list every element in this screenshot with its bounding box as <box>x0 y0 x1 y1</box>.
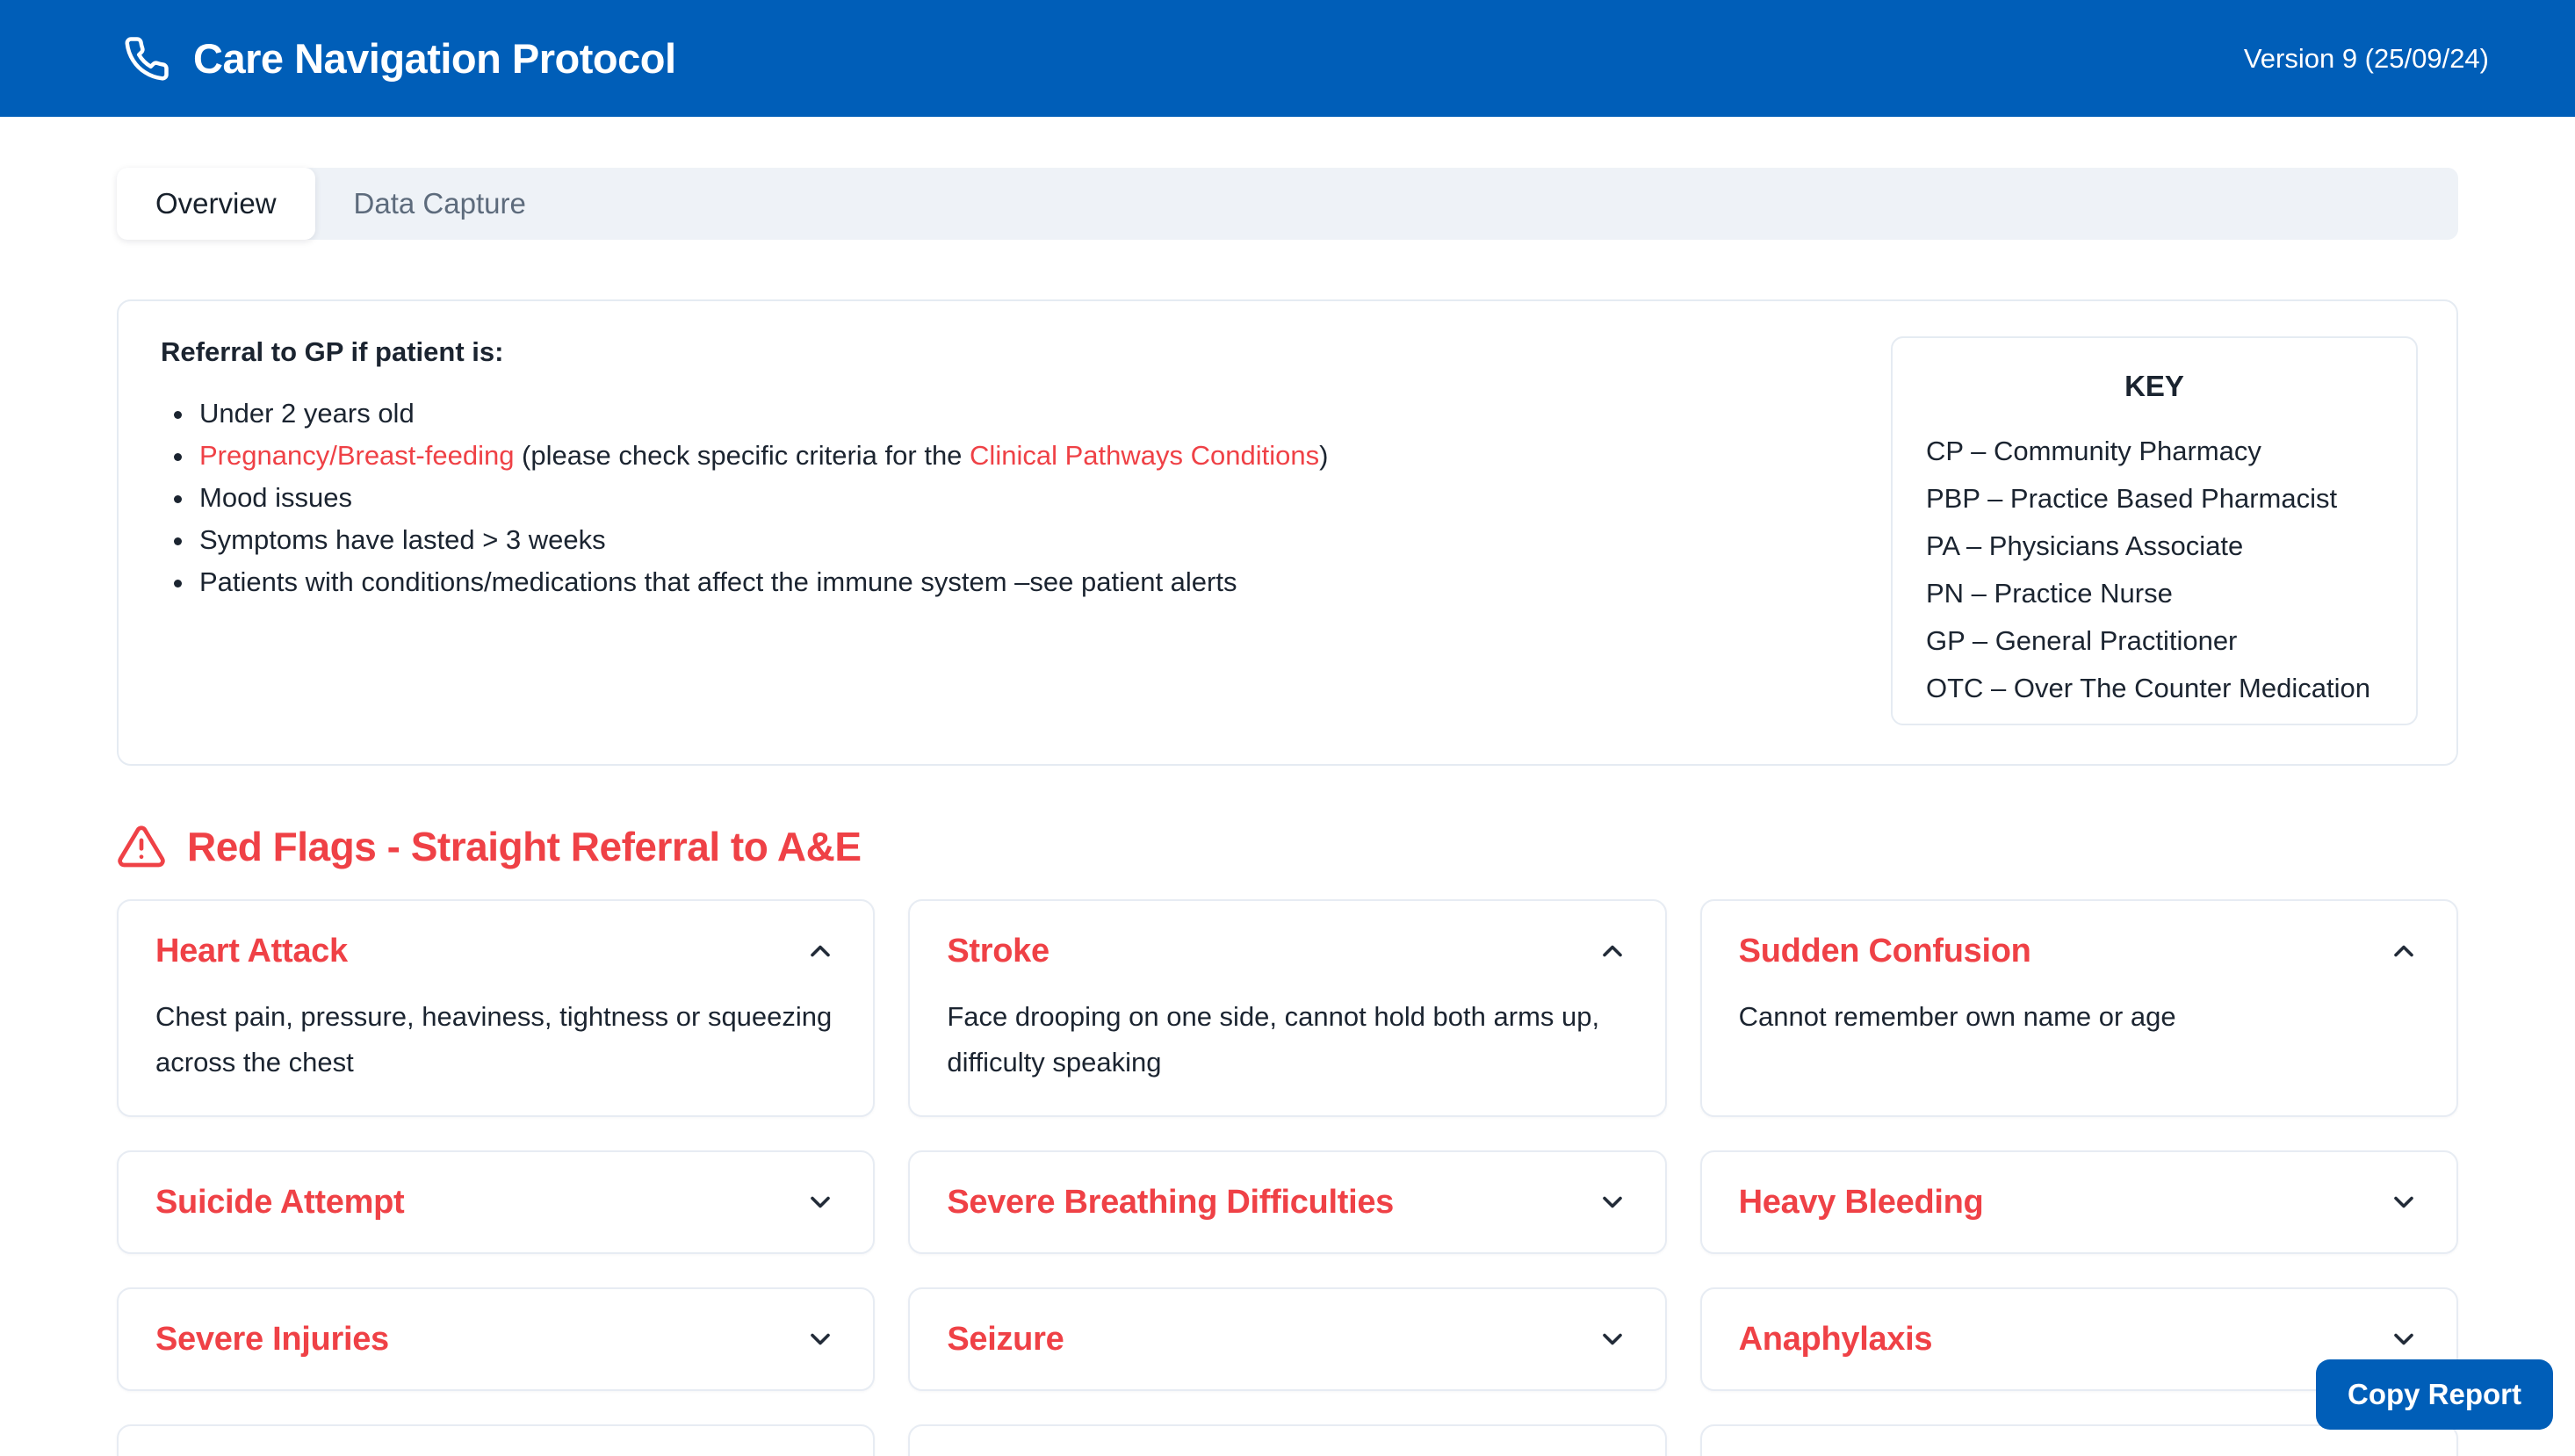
version-label: Version 9 (25/09/24) <box>2244 43 2489 75</box>
red-flag-card: Sudden Confusion Cannot remember own name… <box>1700 899 2458 1117</box>
card-toggle[interactable]: Suicide Attempt <box>155 1182 836 1222</box>
card-title: Sudden Confusion <box>1739 931 2031 971</box>
tab-bar: OverviewData Capture <box>117 168 2458 240</box>
key-entry: PA – Physicians Associate <box>1926 523 2383 570</box>
key-entry: CP – Community Pharmacy <box>1926 428 2383 475</box>
key-panel: KEY CP – Community PharmacyPBP – Practic… <box>1891 336 2418 725</box>
referral-link[interactable]: Clinical Pathways Conditions <box>970 440 1319 471</box>
card-toggle[interactable]: Heavy Bleeding <box>1739 1182 2420 1222</box>
referral-bullet: Symptoms have lasted > 3 weeks <box>196 519 1328 561</box>
red-flag-card: Heart Attack Chest pain, pressure, heavin… <box>117 899 875 1117</box>
referral-text: Mood issues <box>199 482 352 513</box>
card-title: Severe Injuries <box>155 1319 389 1359</box>
red-flags-heading: Red Flags - Straight Referral to A&E <box>117 822 2458 871</box>
tab-data-capture[interactable]: Data Capture <box>315 168 565 240</box>
key-entry: OTC – Over The Counter Medication <box>1926 665 2383 712</box>
chevron-up-icon[interactable] <box>804 935 836 967</box>
card-toggle[interactable]: Severe Breathing Difficulties <box>947 1182 1627 1222</box>
chevron-down-icon[interactable] <box>804 1323 836 1355</box>
card-title: Anaphylaxis <box>1739 1319 1933 1359</box>
referral-criteria: Referral to GP if patient is: Under 2 ye… <box>161 336 1328 725</box>
phone-icon <box>123 35 170 83</box>
card-toggle[interactable]: Heart Attack <box>155 931 836 971</box>
card-title: Seizure <box>947 1319 1064 1359</box>
referral-link[interactable]: Pregnancy/Breast-feeding <box>199 440 514 471</box>
card-title: Stroke <box>947 931 1049 971</box>
red-flag-card: Meningitis <box>117 1424 875 1456</box>
card-title: Heavy Bleeding <box>1739 1182 1984 1222</box>
key-entry: GP – General Practitioner <box>1926 617 2383 665</box>
card-title: Suicide Attempt <box>155 1182 404 1222</box>
referral-bullet: Pregnancy/Breast-feeding (please check s… <box>196 435 1328 477</box>
key-list: CP – Community PharmacyPBP – Practice Ba… <box>1926 428 2383 712</box>
referral-bullet: Under 2 years old <box>196 393 1328 435</box>
referral-bullet: Mood issues <box>196 477 1328 519</box>
referral-bullet: Patients with conditions/medications tha… <box>196 561 1328 603</box>
referral-list: Under 2 years old Pregnancy/Breast-feedin… <box>161 393 1328 603</box>
card-description: Face drooping on one side, cannot hold b… <box>947 994 1627 1085</box>
red-flag-card: SEPSIS in Baby or Young Child <box>908 1424 1666 1456</box>
red-flag-card: Seizure <box>908 1287 1666 1391</box>
referral-heading: Referral to GP if patient is: <box>161 336 1328 368</box>
card-description: Chest pain, pressure, heaviness, tightne… <box>155 994 836 1085</box>
key-entry: PN – Practice Nurse <box>1926 570 2383 617</box>
card-title: Heart Attack <box>155 931 348 971</box>
card-toggle[interactable]: Stroke <box>947 931 1627 971</box>
card-toggle[interactable]: Sudden Confusion <box>1739 931 2420 971</box>
card-toggle[interactable]: Seizure <box>947 1319 1627 1359</box>
referral-text: Under 2 years old <box>199 398 415 429</box>
tab-overview[interactable]: Overview <box>117 168 315 240</box>
card-title: Severe Breathing Difficulties <box>947 1182 1394 1222</box>
card-description: Cannot remember own name or age <box>1739 994 2420 1040</box>
copy-report-button[interactable]: Copy Report <box>2316 1359 2553 1430</box>
red-flags-heading-text: Red Flags - Straight Referral to A&E <box>187 823 862 870</box>
red-flag-card: Severe Breathing Difficulties <box>908 1150 1666 1254</box>
referral-text: (please check specific criteria for the <box>514 440 970 471</box>
app-header: Care Navigation Protocol Version 9 (25/0… <box>0 0 2575 117</box>
chevron-down-icon[interactable] <box>2388 1323 2420 1355</box>
red-flag-card: Suicide Attempt <box>117 1150 875 1254</box>
chevron-down-icon[interactable] <box>2388 1186 2420 1218</box>
chevron-down-icon[interactable] <box>804 1186 836 1218</box>
alert-triangle-icon <box>117 822 166 871</box>
main-content: OverviewData Capture Referral to GP if p… <box>0 117 2575 1456</box>
chevron-down-icon[interactable] <box>1597 1323 1628 1355</box>
referral-text: Patients with conditions/medications tha… <box>199 566 1237 597</box>
chevron-up-icon[interactable] <box>1597 935 1628 967</box>
referral-panel: Referral to GP if patient is: Under 2 ye… <box>117 299 2458 766</box>
red-flag-card: Severe Injuries <box>117 1287 875 1391</box>
key-title: KEY <box>1926 370 2383 403</box>
card-toggle[interactable]: Anaphylaxis <box>1739 1319 2420 1359</box>
referral-text: Symptoms have lasted > 3 weeks <box>199 524 606 555</box>
red-flags-card-grid: Heart Attack Chest pain, pressure, heavin… <box>117 899 2458 1456</box>
card-toggle[interactable]: Severe Injuries <box>155 1319 836 1359</box>
red-flag-card: Heavy Bleeding <box>1700 1150 2458 1254</box>
chevron-up-icon[interactable] <box>2388 935 2420 967</box>
app-title: Care Navigation Protocol <box>193 34 676 83</box>
key-entry: PBP – Practice Based Pharmacist <box>1926 475 2383 523</box>
red-flag-card: Stroke Face drooping on one side, cannot … <box>908 899 1666 1117</box>
chevron-down-icon[interactable] <box>1597 1186 1628 1218</box>
referral-text: ) <box>1319 440 1328 471</box>
